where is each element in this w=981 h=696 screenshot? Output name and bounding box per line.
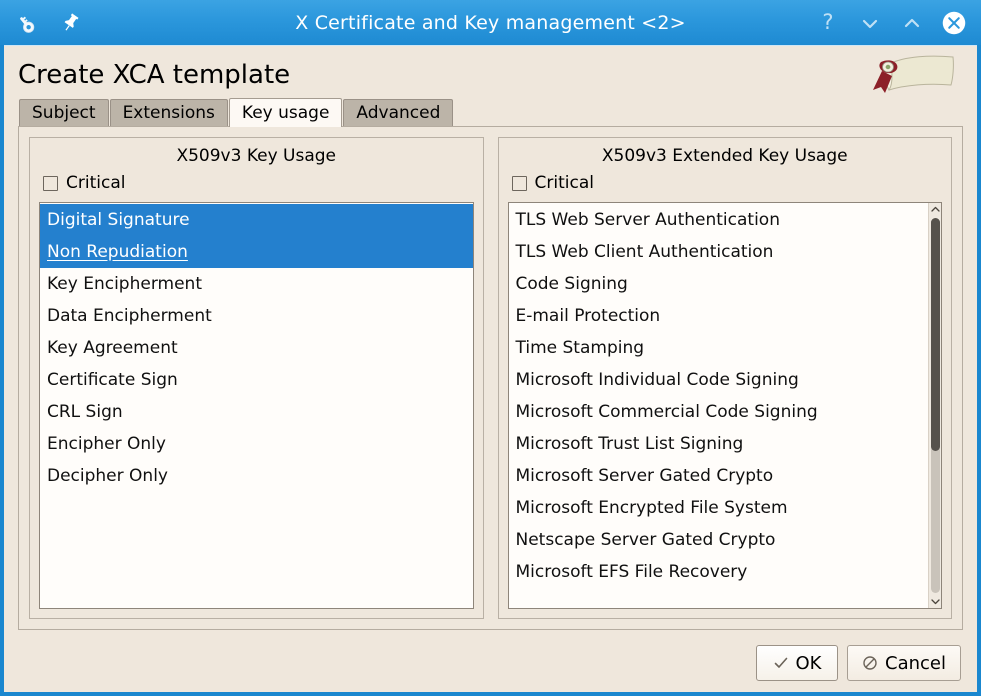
key-usage-critical-checkbox[interactable]: [43, 176, 58, 191]
list-item[interactable]: Time Stamping: [509, 332, 929, 364]
key-usage-listbox[interactable]: Digital Signature Non Repudiation Key En…: [39, 202, 474, 609]
group-extended-key-usage-title: X509v3 Extended Key Usage: [601, 146, 848, 166]
list-item[interactable]: Microsoft Individual Code Signing: [509, 364, 929, 396]
tab-subject[interactable]: Subject: [19, 99, 109, 126]
key-usage-critical-checkbox-row[interactable]: Critical: [39, 175, 474, 192]
list-item[interactable]: Microsoft EFS File Recovery: [509, 556, 929, 588]
ok-button[interactable]: OK: [756, 645, 839, 681]
minimize-icon[interactable]: [857, 10, 883, 36]
tab-bar: Subject Extensions Key usage Advanced: [19, 98, 963, 127]
title-bar-window-controls: ?: [815, 10, 967, 36]
svg-text:?: ?: [822, 11, 833, 34]
extended-key-usage-critical-checkbox-row[interactable]: Critical: [508, 175, 943, 192]
title-bar[interactable]: X Certificate and Key management <2> ?: [0, 0, 981, 45]
maximize-icon[interactable]: [899, 10, 925, 36]
list-item[interactable]: Key Agreement: [40, 332, 473, 364]
dialog-body: Create XCA template Subject Extensions K…: [4, 45, 977, 692]
certificate-scroll-logo: [859, 50, 959, 98]
key-usage-list: Digital Signature Non Repudiation Key En…: [40, 203, 473, 608]
application-window: X Certificate and Key management <2> ? C…: [0, 0, 981, 696]
group-key-usage: X509v3 Key Usage Critical Digital Signat…: [29, 137, 484, 619]
group-key-usage-title: X509v3 Key Usage: [176, 146, 337, 166]
dialog-button-bar: OK Cancel: [18, 640, 963, 692]
title-bar-left-icons: [16, 10, 84, 36]
pin-icon[interactable]: [58, 10, 84, 36]
list-item[interactable]: Key Encipherment: [40, 268, 473, 300]
list-item[interactable]: E-mail Protection: [509, 300, 929, 332]
list-item[interactable]: Code Signing: [509, 268, 929, 300]
cancel-button-label: Cancel: [885, 652, 946, 674]
list-item[interactable]: Encipher Only: [40, 428, 473, 460]
scrollbar-thumb[interactable]: [930, 218, 940, 451]
key-usage-critical-label: Critical: [66, 173, 126, 193]
list-item[interactable]: Data Encipherment: [40, 300, 473, 332]
list-item[interactable]: Microsoft Encrypted File System: [509, 492, 929, 524]
list-item[interactable]: Non Repudiation: [40, 236, 473, 268]
check-icon: [773, 655, 789, 671]
extended-key-usage-list: TLS Web Server Authentication TLS Web Cl…: [509, 203, 929, 608]
tab-panel-key-usage: X509v3 Key Usage Critical Digital Signat…: [18, 126, 963, 630]
extended-key-usage-listbox[interactable]: TLS Web Server Authentication TLS Web Cl…: [507, 202, 942, 609]
list-item[interactable]: TLS Web Server Authentication: [509, 204, 929, 236]
group-extended-key-usage: X509v3 Extended Key Usage Critical TLS W…: [497, 137, 952, 619]
help-icon[interactable]: ?: [815, 10, 841, 36]
extended-key-usage-critical-checkbox[interactable]: [511, 176, 527, 191]
tab-extensions[interactable]: Extensions: [109, 99, 228, 126]
list-item[interactable]: Certificate Sign: [40, 364, 473, 396]
ok-button-label: OK: [795, 652, 822, 674]
chevron-up-icon[interactable]: [930, 203, 941, 216]
cancel-button[interactable]: Cancel: [847, 645, 961, 681]
chevron-down-icon[interactable]: [930, 595, 941, 608]
key-icon[interactable]: [16, 10, 42, 36]
close-icon[interactable]: [941, 10, 967, 36]
list-item[interactable]: CRL Sign: [40, 396, 473, 428]
page-title: Create XCA template: [18, 60, 291, 90]
list-item[interactable]: Microsoft Trust List Signing: [509, 428, 929, 460]
dialog-header: Create XCA template: [18, 46, 963, 98]
extended-key-usage-critical-label: Critical: [534, 173, 594, 193]
list-item[interactable]: TLS Web Client Authentication: [509, 236, 929, 268]
tab-advanced[interactable]: Advanced: [343, 99, 454, 126]
list-item[interactable]: Microsoft Commercial Code Signing: [509, 396, 929, 428]
scrollbar-track[interactable]: [930, 218, 940, 593]
list-item[interactable]: Digital Signature: [40, 204, 473, 236]
list-item[interactable]: Microsoft Server Gated Crypto: [509, 460, 929, 492]
list-item[interactable]: Decipher Only: [40, 460, 473, 492]
tab-key-usage[interactable]: Key usage: [228, 98, 343, 127]
extended-key-usage-scrollbar[interactable]: [928, 203, 941, 608]
list-item[interactable]: Netscape Server Gated Crypto: [509, 524, 929, 556]
no-entry-icon: [862, 655, 878, 671]
